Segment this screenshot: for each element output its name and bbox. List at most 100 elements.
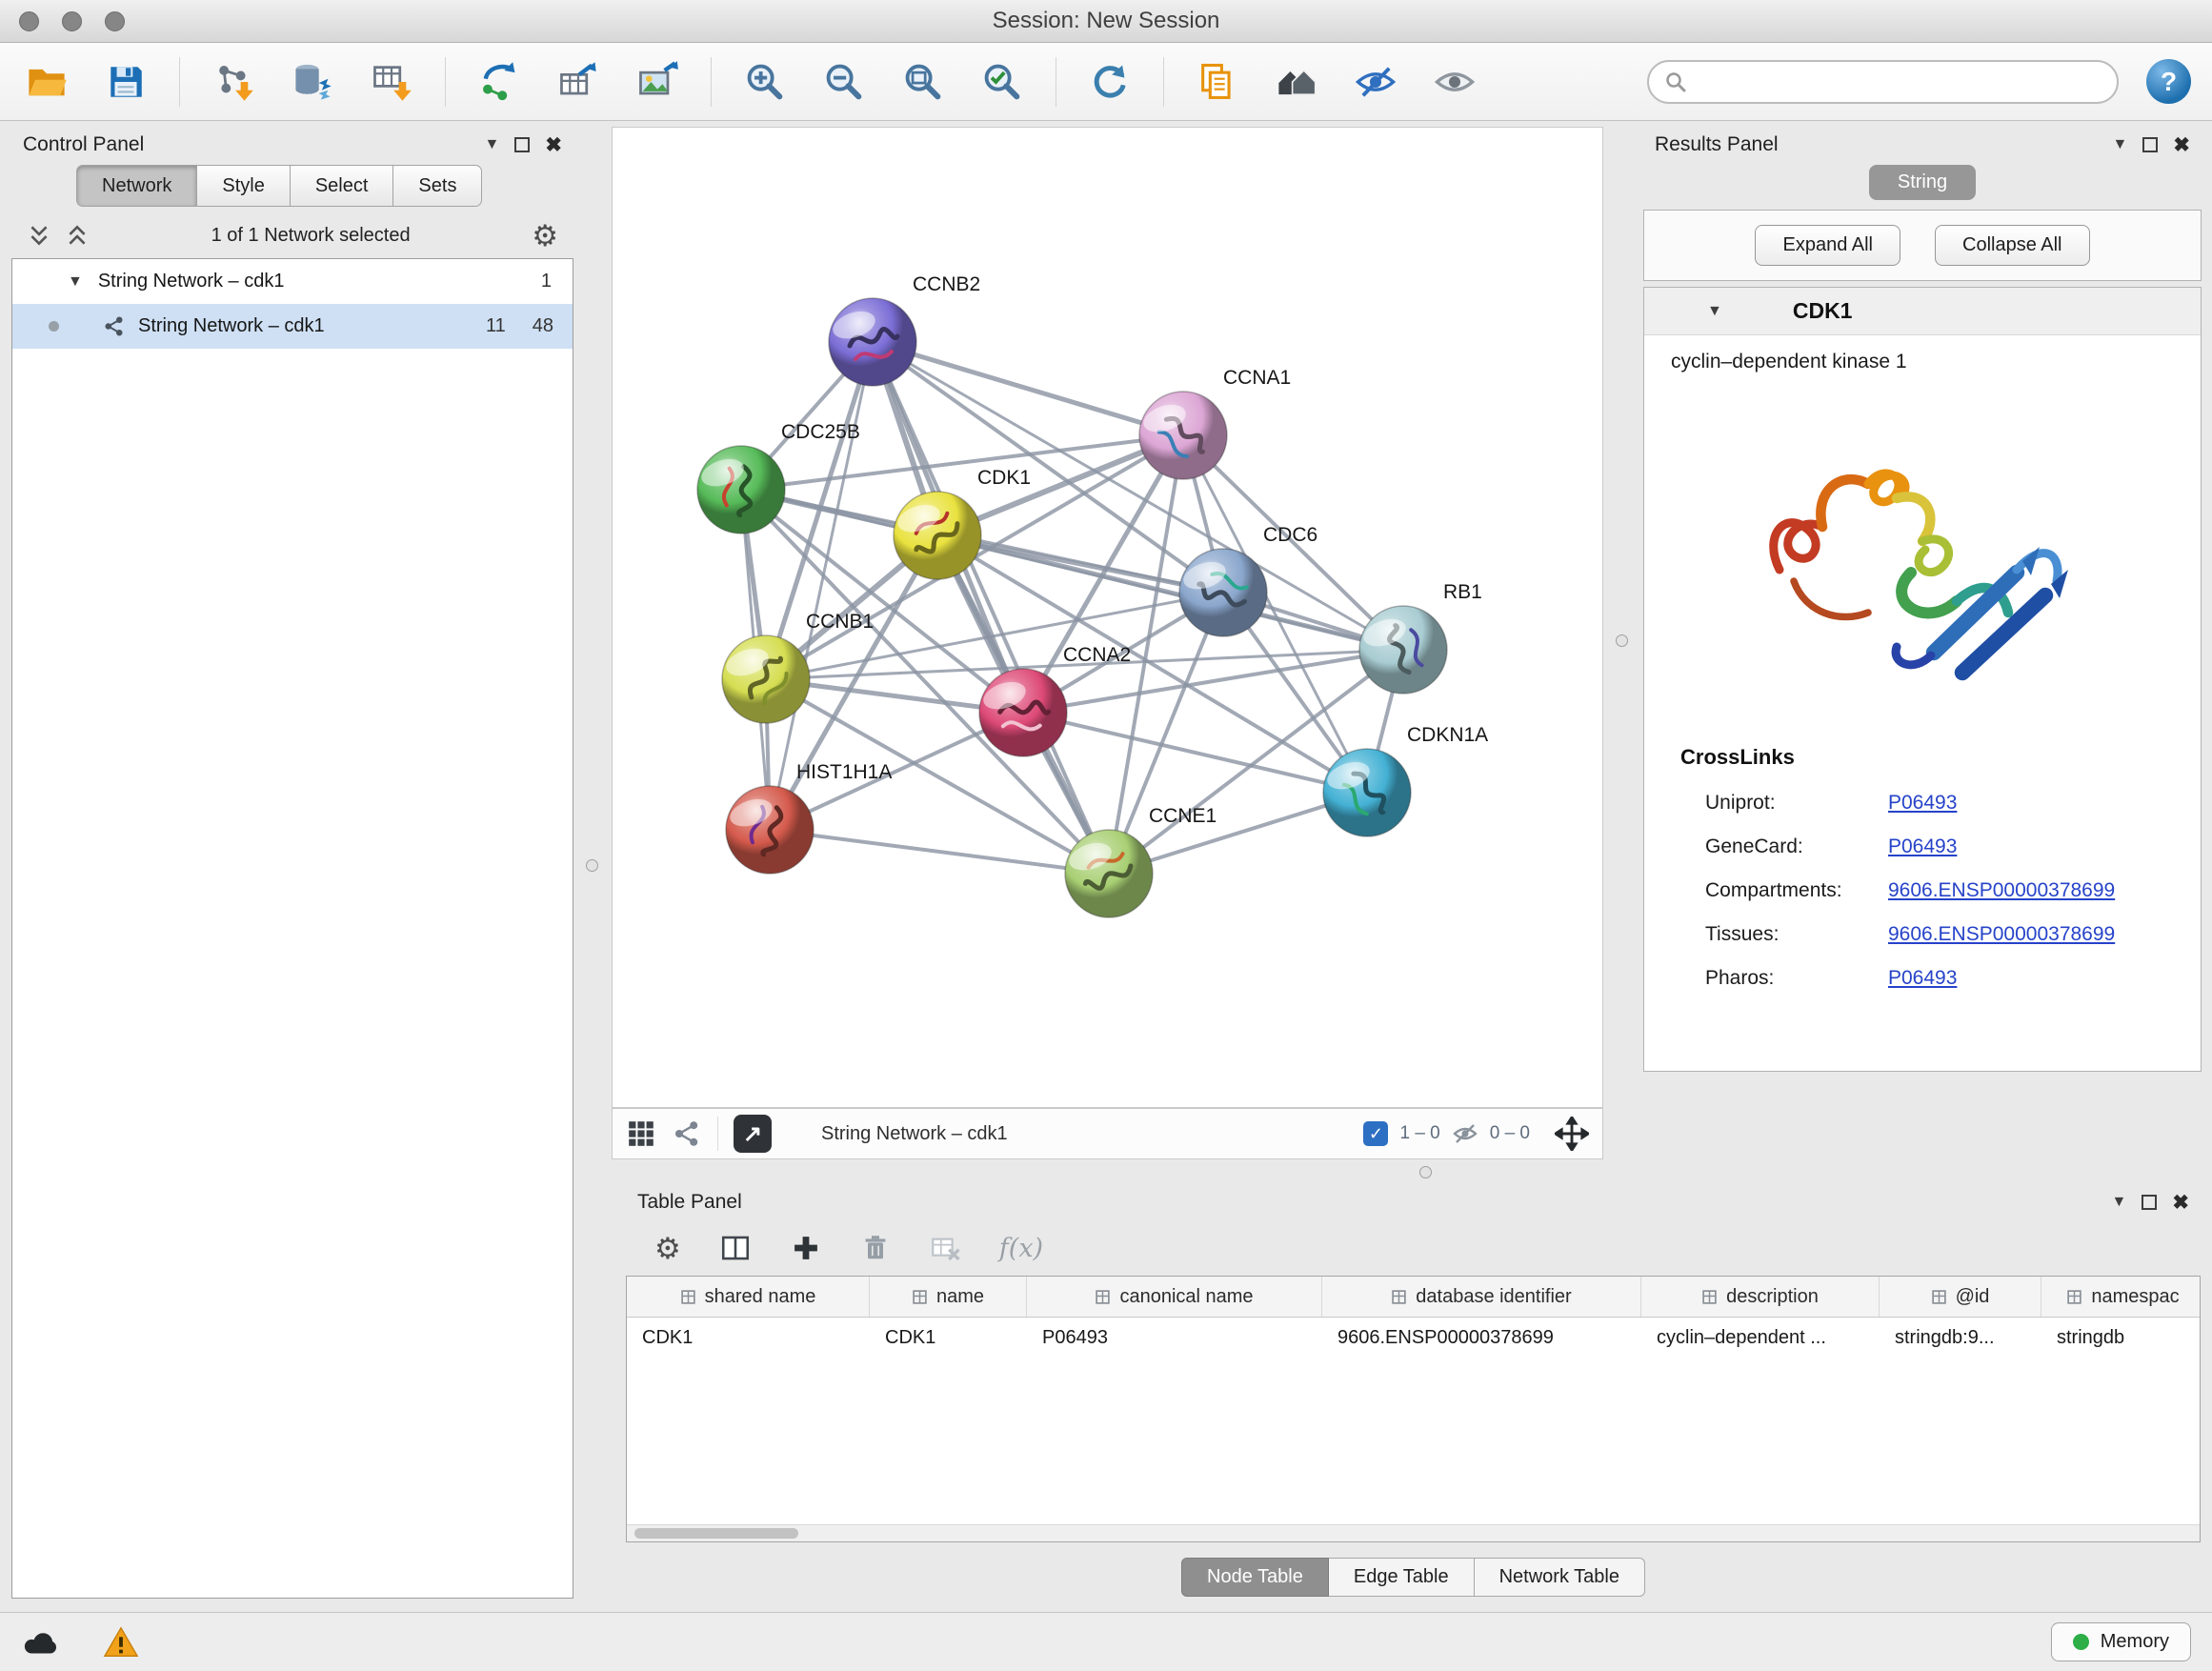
birdseye-view-icon[interactable] bbox=[672, 1118, 702, 1149]
tab-edge-table[interactable]: Edge Table bbox=[1329, 1558, 1475, 1597]
apply-layout-button[interactable] bbox=[1084, 56, 1136, 108]
panel-menu-icon[interactable]: ▼ bbox=[485, 137, 500, 152]
splitter-handle[interactable] bbox=[1616, 634, 1628, 647]
splitter-handle[interactable] bbox=[1419, 1166, 1432, 1178]
crosslink-link[interactable]: P06493 bbox=[1888, 792, 1957, 815]
table-cell[interactable]: CDK1 bbox=[627, 1318, 870, 1359]
horizontal-scrollbar[interactable] bbox=[627, 1524, 2200, 1541]
zoom-out-button[interactable] bbox=[818, 56, 870, 108]
table-cell[interactable]: cyclin–dependent ... bbox=[1641, 1318, 1880, 1359]
export-table-button[interactable] bbox=[553, 56, 604, 108]
network-node-ccne1[interactable] bbox=[1065, 830, 1153, 917]
zoom-selected-button[interactable] bbox=[976, 56, 1028, 108]
houses-button[interactable] bbox=[1271, 56, 1322, 108]
collapse-all-icon[interactable] bbox=[27, 223, 51, 248]
show-columns-icon[interactable] bbox=[719, 1232, 752, 1264]
table-column-header[interactable]: namespac bbox=[2041, 1277, 2201, 1317]
float-panel-icon[interactable] bbox=[2142, 1195, 2157, 1210]
network-edge[interactable] bbox=[770, 342, 873, 830]
zoom-window-button[interactable] bbox=[105, 11, 125, 31]
network-node-ccnb1[interactable] bbox=[722, 635, 810, 723]
network-graph[interactable]: CCNB2CCNA1CDC25BCDK1CDC6RB1CCNB1CCNA2CDK… bbox=[613, 128, 1602, 1107]
close-panel-icon[interactable]: ✖ bbox=[2173, 135, 2190, 155]
table-cell[interactable]: 9606.ENSP00000378699 bbox=[1322, 1318, 1641, 1359]
tab-string[interactable]: String bbox=[1869, 165, 1976, 200]
close-panel-icon[interactable]: ✖ bbox=[545, 135, 562, 155]
crosslink-link[interactable]: 9606.ENSP00000378699 bbox=[1888, 879, 2115, 902]
network-edge[interactable] bbox=[873, 342, 1183, 435]
import-network-database-button[interactable] bbox=[287, 56, 338, 108]
table-cell[interactable]: stringdb:9... bbox=[1880, 1318, 2041, 1359]
memory-button[interactable]: Memory bbox=[2051, 1622, 2191, 1661]
panel-menu-icon[interactable]: ▼ bbox=[2113, 137, 2128, 152]
gene-section-header[interactable]: ▼ CDK1 bbox=[1644, 288, 2201, 335]
network-node-cdk1[interactable] bbox=[894, 492, 981, 579]
tab-network[interactable]: Network bbox=[76, 165, 197, 207]
eye-button[interactable] bbox=[1429, 56, 1480, 108]
crosslink-link[interactable]: 9606.ENSP00000378699 bbox=[1888, 923, 2115, 946]
tab-select[interactable]: Select bbox=[291, 165, 394, 207]
expand-all-icon[interactable] bbox=[65, 223, 90, 248]
network-edge[interactable] bbox=[873, 342, 1109, 874]
function-builder-fx[interactable]: f(x) bbox=[999, 1234, 1043, 1263]
table-column-header[interactable]: description bbox=[1641, 1277, 1880, 1317]
network-edge[interactable] bbox=[770, 830, 1109, 874]
tab-network-table[interactable]: Network Table bbox=[1475, 1558, 1645, 1597]
network-node-rb1[interactable] bbox=[1359, 606, 1447, 694]
table-column-header[interactable]: name bbox=[870, 1277, 1027, 1317]
zoom-in-button[interactable] bbox=[739, 56, 791, 108]
export-image-button[interactable] bbox=[632, 56, 683, 108]
gear-icon[interactable]: ⚙ bbox=[532, 221, 558, 251]
table-cell[interactable]: P06493 bbox=[1027, 1318, 1322, 1359]
tab-sets[interactable]: Sets bbox=[393, 165, 482, 207]
collection-expand-icon[interactable]: ▼ bbox=[68, 274, 83, 290]
grid-view-icon[interactable] bbox=[626, 1118, 656, 1149]
search-input[interactable] bbox=[1697, 70, 2101, 92]
network-node-hist1h1a[interactable] bbox=[726, 786, 814, 874]
import-network-file-button[interactable] bbox=[208, 56, 259, 108]
minimize-window-button[interactable] bbox=[62, 11, 82, 31]
help-button[interactable]: ? bbox=[2146, 59, 2191, 104]
splitter-handle[interactable] bbox=[586, 859, 598, 872]
zoom-fit-button[interactable] bbox=[897, 56, 949, 108]
documents-button[interactable] bbox=[1192, 56, 1243, 108]
delete-column-trash-icon[interactable] bbox=[860, 1233, 891, 1263]
delete-table-icon[interactable] bbox=[929, 1232, 961, 1264]
network-node-ccna1[interactable] bbox=[1139, 392, 1227, 479]
network-node-cdkn1a[interactable] bbox=[1323, 749, 1411, 836]
open-session-button[interactable] bbox=[21, 56, 72, 108]
table-cell[interactable]: stringdb bbox=[2041, 1318, 2201, 1359]
float-panel-icon[interactable] bbox=[2142, 137, 2158, 152]
scrollbar-thumb[interactable] bbox=[634, 1528, 798, 1539]
warning-icon[interactable] bbox=[103, 1624, 139, 1661]
close-panel-icon[interactable]: ✖ bbox=[2172, 1193, 2189, 1213]
add-column-plus-icon[interactable] bbox=[790, 1232, 822, 1264]
table-column-header[interactable]: database identifier bbox=[1322, 1277, 1641, 1317]
table-settings-gear-icon[interactable]: ⚙ bbox=[654, 1234, 681, 1263]
fit-content-crosshair-icon[interactable] bbox=[1555, 1117, 1589, 1151]
tab-style[interactable]: Style bbox=[197, 165, 290, 207]
eye-slash-button[interactable] bbox=[1350, 56, 1401, 108]
export-network-button[interactable] bbox=[473, 56, 525, 108]
panel-menu-icon[interactable]: ▼ bbox=[2112, 1195, 2127, 1210]
table-column-header[interactable]: @id bbox=[1880, 1277, 2041, 1317]
expand-all-button[interactable]: Expand All bbox=[1755, 225, 1900, 266]
network-node-cdc6[interactable] bbox=[1179, 549, 1267, 636]
save-session-button[interactable] bbox=[100, 56, 151, 108]
selected-checkbox-icon[interactable]: ✓ bbox=[1363, 1121, 1388, 1146]
network-edge[interactable] bbox=[1023, 713, 1367, 793]
import-table-button[interactable] bbox=[366, 56, 417, 108]
table-column-header[interactable]: shared name bbox=[627, 1277, 870, 1317]
crosslink-link[interactable]: P06493 bbox=[1888, 967, 1957, 990]
network-node-ccnb2[interactable] bbox=[829, 298, 916, 386]
network-collection-row[interactable]: ▼ String Network – cdk1 1 bbox=[12, 259, 573, 304]
table-column-header[interactable]: canonical name bbox=[1027, 1277, 1322, 1317]
export-view-button[interactable]: ↗ bbox=[734, 1115, 772, 1153]
float-panel-icon[interactable] bbox=[514, 137, 530, 152]
search-box[interactable] bbox=[1647, 60, 2119, 104]
crosslink-link[interactable]: P06493 bbox=[1888, 836, 1957, 858]
network-node-cdc25b[interactable] bbox=[697, 446, 785, 534]
gene-collapse-icon[interactable]: ▼ bbox=[1707, 304, 1722, 319]
tab-node-table[interactable]: Node Table bbox=[1181, 1558, 1329, 1597]
table-cell[interactable]: CDK1 bbox=[870, 1318, 1027, 1359]
